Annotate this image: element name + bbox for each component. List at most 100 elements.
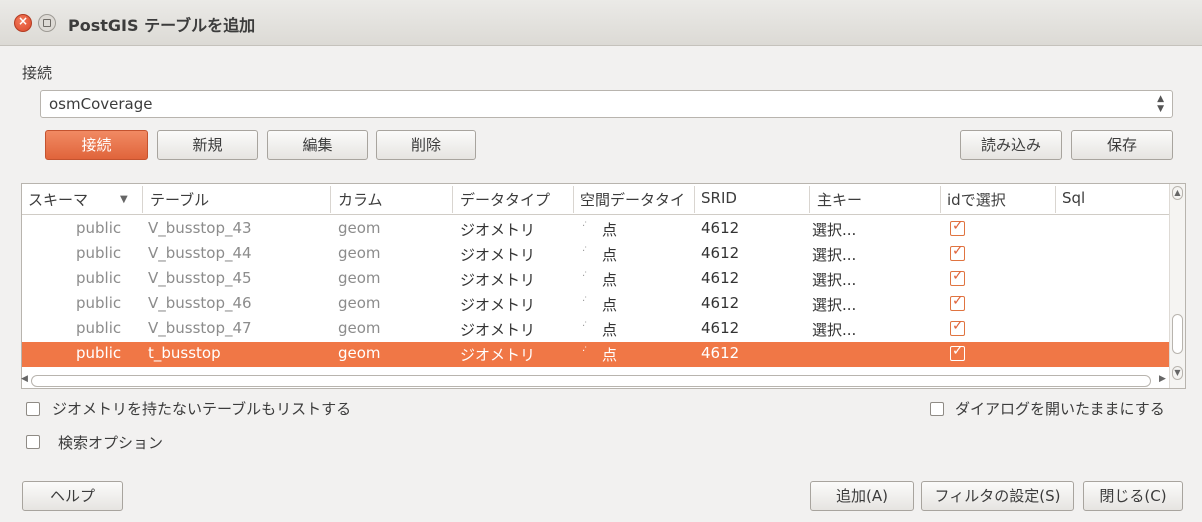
table-row[interactable]: public V_busstop_45 geom ジオメトリ 4612 選択... ·˙ 点 ✓	[22, 267, 1170, 292]
select-by-id-checkbox[interactable]: ✓	[950, 218, 965, 236]
add-button[interactable]: 追加(A)	[810, 481, 914, 511]
scroll-right-icon[interactable]: ▶	[1159, 374, 1166, 384]
delete-connection-button[interactable]: 削除	[376, 130, 476, 160]
scroll-left-icon[interactable]: ◀	[21, 374, 28, 384]
point-geometry-icon: ·˙	[582, 296, 588, 307]
col-header-sql[interactable]: Sql	[1062, 189, 1085, 207]
connection-select[interactable]: osmCoverage ▲ ▼	[40, 90, 1173, 118]
cell-spatial-type: 点	[602, 271, 618, 289]
col-header-primary-key[interactable]: 主キー	[817, 189, 862, 210]
cell-datatype: ジオメトリ	[460, 221, 536, 239]
col-header-table[interactable]: テーブル	[150, 189, 209, 210]
connect-button[interactable]: 接続	[45, 130, 148, 160]
scroll-thumb[interactable]	[1172, 314, 1183, 354]
connection-label: 接続	[22, 64, 53, 82]
keep-dialog-open-checkbox[interactable]	[930, 402, 944, 416]
cell-spatial-type: 点	[602, 246, 618, 264]
cell-datatype: ジオメトリ	[460, 296, 536, 314]
cell-schema: public	[76, 294, 122, 312]
cell-schema: public	[76, 344, 122, 362]
check-icon: ✓	[952, 243, 964, 259]
minimize-icon	[43, 19, 51, 27]
connection-select-value: osmCoverage	[49, 95, 153, 113]
check-icon: ✓	[952, 268, 964, 284]
vertical-scrollbar[interactable]: ▲ ▼	[1169, 184, 1185, 388]
close-window-button[interactable]: ×	[14, 14, 32, 32]
close-button[interactable]: 閉じる(C)	[1083, 481, 1183, 511]
point-geometry-icon: ·˙	[582, 221, 588, 232]
col-header-select-by-id[interactable]: idで選択	[947, 189, 1006, 210]
horizontal-scrollbar[interactable]: ◀ ▶	[21, 374, 1171, 388]
select-by-id-checkbox[interactable]: ✓	[950, 293, 965, 311]
cell-srid: 4612	[701, 269, 740, 287]
cell-primary-key[interactable]: 選択...	[812, 219, 856, 240]
new-connection-button[interactable]: 新規	[157, 130, 258, 160]
cell-primary-key[interactable]: 選択...	[812, 244, 856, 265]
cell-table: t_busstop	[148, 344, 221, 362]
col-header-datatype[interactable]: データタイプ	[460, 189, 550, 210]
select-by-id-checkbox[interactable]: ✓	[950, 268, 965, 286]
spinner-arrows-icon: ▲ ▼	[1157, 94, 1164, 114]
filter-settings-button[interactable]: フィルタの設定(S)	[921, 481, 1074, 511]
table-row[interactable]: public V_busstop_43 geom ジオメトリ 4612 選択... ·˙ 点 ✓	[22, 217, 1170, 242]
cell-datatype: ジオメトリ	[460, 271, 536, 289]
search-options-checkbox[interactable]	[26, 435, 40, 449]
list-without-geometry-label: ジオメトリを持たないテーブルもリストする	[52, 400, 352, 418]
scroll-down-icon[interactable]: ▼	[1172, 366, 1183, 380]
table-row[interactable]: public V_busstop_44 geom ジオメトリ 4612 選択... ·˙ 点 ✓	[22, 242, 1170, 267]
cell-srid: 4612	[701, 219, 740, 237]
table-row[interactable]: public V_busstop_47 geom ジオメトリ 4612 選択... ·˙ 点 ✓	[22, 317, 1170, 342]
scroll-up-icon[interactable]: ▲	[1172, 186, 1183, 200]
save-button[interactable]: 保存	[1071, 130, 1173, 160]
cell-table: V_busstop_46	[148, 294, 252, 312]
tables-grid[interactable]: スキーマ ▼ テーブル カラム データタイプ 空間データタイ SRID 主キー …	[21, 183, 1186, 389]
cell-column: geom	[338, 294, 381, 312]
col-header-column[interactable]: カラム	[338, 189, 383, 210]
check-icon: ✓	[952, 218, 964, 234]
cell-primary-key[interactable]: 選択...	[812, 294, 856, 315]
close-icon: ×	[17, 14, 29, 28]
check-icon: ✓	[952, 343, 964, 359]
sort-indicator-icon: ▼	[120, 194, 128, 205]
cell-table: V_busstop_45	[148, 269, 252, 287]
title-bar: × PostGIS テーブルを追加	[0, 0, 1202, 46]
cell-srid: 4612	[701, 344, 740, 362]
horizontal-scroll-thumb[interactable]	[31, 375, 1151, 387]
cell-primary-key[interactable]: 選択...	[812, 319, 856, 340]
keep-dialog-open-label: ダイアログを開いたままにする	[955, 400, 1165, 418]
cell-column: geom	[338, 269, 381, 287]
cell-datatype: ジオメトリ	[460, 321, 536, 339]
load-button[interactable]: 読み込み	[960, 130, 1062, 160]
cell-table: V_busstop_43	[148, 219, 252, 237]
search-options-label: 検索オプション	[58, 434, 164, 452]
select-by-id-checkbox[interactable]: ✓	[950, 343, 965, 361]
cell-column: geom	[338, 219, 381, 237]
cell-table: V_busstop_44	[148, 244, 252, 262]
cell-spatial-type: 点	[602, 321, 618, 339]
cell-schema: public	[76, 219, 122, 237]
cell-table: V_busstop_47	[148, 319, 252, 337]
help-button[interactable]: ヘルプ	[22, 481, 123, 511]
cell-primary-key[interactable]: 選択...	[812, 269, 856, 290]
cell-srid: 4612	[701, 319, 740, 337]
point-geometry-icon: ·˙	[582, 271, 588, 282]
cell-column: geom	[338, 319, 381, 337]
col-header-srid[interactable]: SRID	[701, 189, 737, 207]
check-icon: ✓	[952, 318, 964, 334]
cell-column: geom	[338, 244, 381, 262]
edit-connection-button[interactable]: 編集	[267, 130, 368, 160]
list-without-geometry-checkbox[interactable]	[26, 402, 40, 416]
select-by-id-checkbox[interactable]: ✓	[950, 318, 965, 336]
select-by-id-checkbox[interactable]: ✓	[950, 243, 965, 261]
table-row[interactable]: public t_busstop geom ジオメトリ 4612 ·˙ 点 ✓	[22, 342, 1170, 367]
col-header-schema[interactable]: スキーマ	[28, 189, 88, 210]
cell-srid: 4612	[701, 294, 740, 312]
window-title: PostGIS テーブルを追加	[68, 16, 256, 35]
minimize-window-button[interactable]	[38, 14, 56, 32]
col-header-spatial-type[interactable]: 空間データタイ	[580, 189, 685, 210]
table-header: スキーマ ▼ テーブル カラム データタイプ 空間データタイ SRID 主キー …	[22, 184, 1170, 215]
cell-schema: public	[76, 319, 122, 337]
point-geometry-icon: ·˙	[582, 321, 588, 332]
point-geometry-icon: ·˙	[582, 246, 588, 257]
table-row[interactable]: public V_busstop_46 geom ジオメトリ 4612 選択... ·˙ 点 ✓	[22, 292, 1170, 317]
